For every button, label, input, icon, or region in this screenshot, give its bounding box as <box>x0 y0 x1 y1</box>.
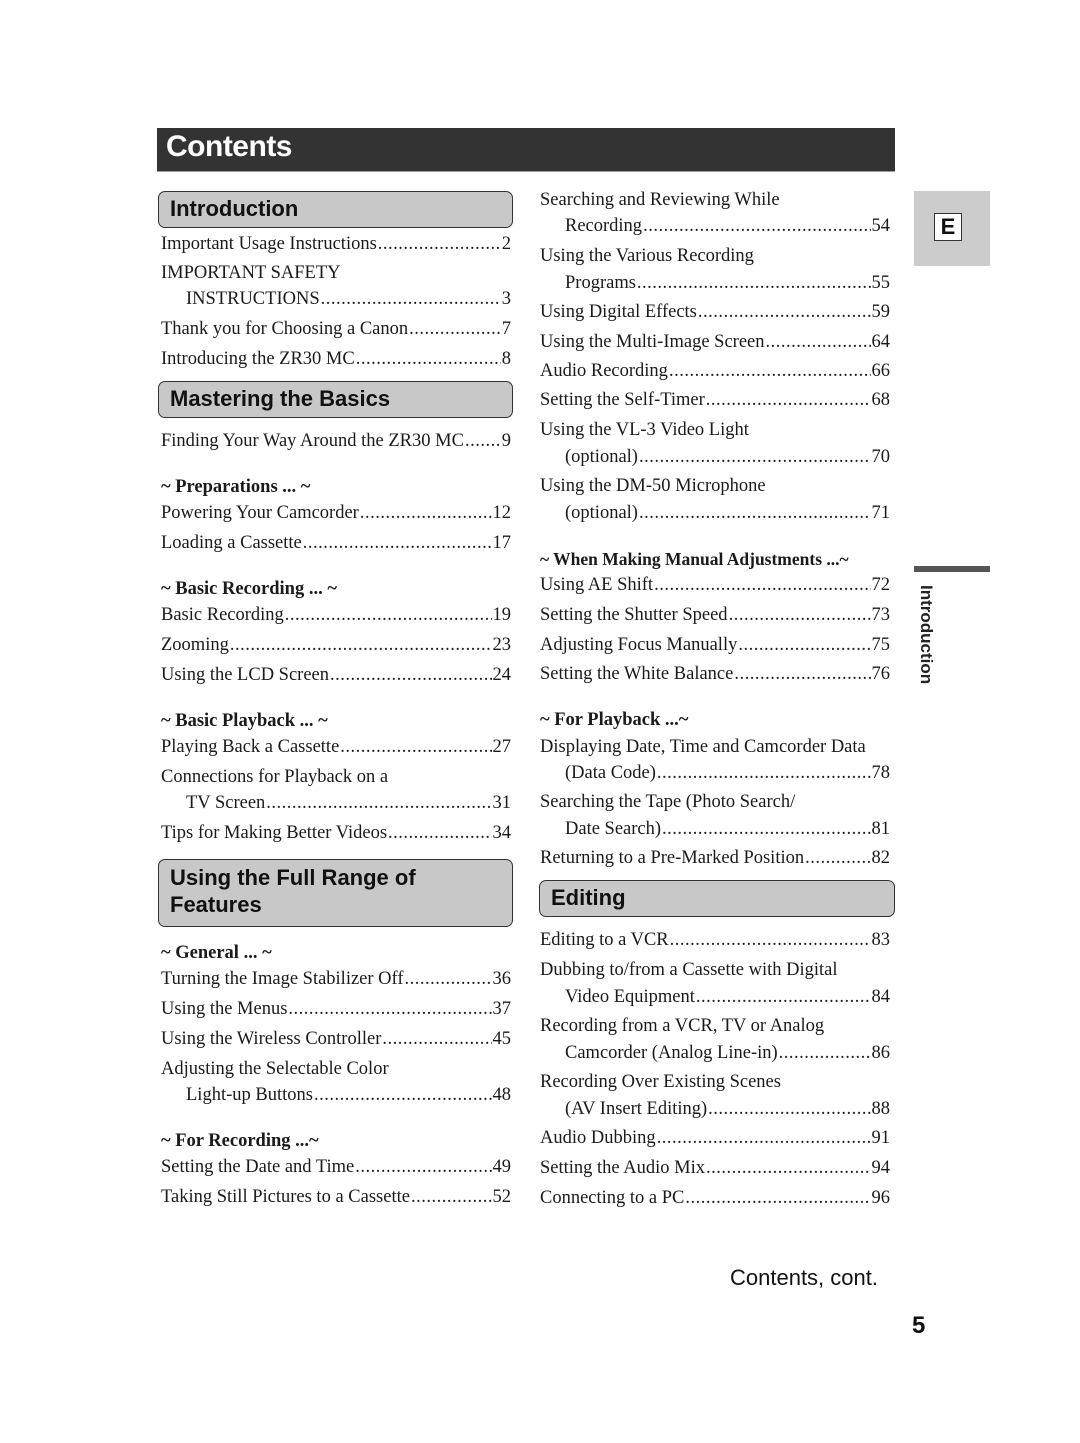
toc-entry-line1[interactable]: Searching the Tape (Photo Search/ <box>540 791 795 813</box>
contents-continued-label: Contents, cont. <box>730 1265 878 1290</box>
toc-entry[interactable]: Setting the Date and Time49 <box>161 1156 511 1178</box>
language-tab-label: E <box>934 213 962 241</box>
toc-entry[interactable]: Taking Still Pictures to a Cassette52 <box>161 1186 511 1208</box>
toc-entry[interactable]: Audio Dubbing91 <box>540 1127 890 1149</box>
contents-title-bar: Contents <box>157 128 895 172</box>
toc-entry[interactable]: Using the LCD Screen24 <box>161 664 511 686</box>
toc-entry[interactable]: (optional)70 <box>565 446 890 468</box>
toc-entry-line1[interactable]: Connections for Playback on a <box>161 766 388 788</box>
toc-entry[interactable]: Using the Multi-Image Screen64 <box>540 331 890 353</box>
toc-entry[interactable]: Important Usage Instructions2 <box>161 233 511 255</box>
toc-entry[interactable]: Setting the Shutter Speed73 <box>540 604 890 626</box>
page-title: Contents <box>166 130 293 163</box>
toc-entry[interactable]: Setting the Audio Mix94 <box>540 1157 890 1179</box>
toc-entry[interactable]: Recording54 <box>565 215 890 237</box>
toc-entry[interactable]: Adjusting Focus Manually75 <box>540 634 890 656</box>
toc-entry[interactable]: Thank you for Choosing a Canon7 <box>161 318 511 340</box>
toc-entry[interactable]: INSTRUCTIONS3 <box>186 288 511 310</box>
subsection-label: ~ When Making Manual Adjustments ...~ <box>540 549 849 569</box>
subsection-label: ~ For Playback ...~ <box>540 710 689 730</box>
toc-entry[interactable]: Date Search)81 <box>565 818 890 840</box>
toc-entry[interactable]: Programs55 <box>565 272 890 294</box>
toc-entry[interactable]: Turning the Image Stabilizer Off36 <box>161 968 511 990</box>
toc-entry[interactable]: Using Digital Effects59 <box>540 301 890 323</box>
toc-entry[interactable]: (AV Insert Editing)88 <box>565 1098 890 1120</box>
toc-entry[interactable]: Using the Wireless Controller45 <box>161 1028 511 1050</box>
toc-entry[interactable]: Returning to a Pre-Marked Position82 <box>540 847 890 869</box>
toc-entry[interactable]: Camcorder (Analog Line-in)86 <box>565 1042 890 1064</box>
section-heading-mastering-basics: Mastering the Basics <box>158 381 513 418</box>
toc-entry-line1[interactable]: Recording Over Existing Scenes <box>540 1071 781 1093</box>
subsection-label: ~ General ... ~ <box>161 943 272 963</box>
toc-entry[interactable]: Playing Back a Cassette27 <box>161 736 511 758</box>
toc-entry-line1[interactable]: Displaying Date, Time and Camcorder Data <box>540 736 866 758</box>
section-indicator-bar <box>914 566 990 572</box>
toc-entry-line1[interactable]: Using the VL-3 Video Light <box>540 419 749 441</box>
toc-entry[interactable]: Setting the White Balance76 <box>540 663 890 685</box>
toc-entry[interactable]: Zooming23 <box>161 634 511 656</box>
toc-entry[interactable]: Using the Menus37 <box>161 998 511 1020</box>
toc-entry[interactable]: (Data Code)78 <box>565 762 890 784</box>
toc-entry-line1[interactable]: Dubbing to/from a Cassette with Digital <box>540 959 838 981</box>
subsection-label: ~ For Recording ...~ <box>161 1131 319 1151</box>
toc-entry[interactable]: Connecting to a PC96 <box>540 1187 890 1209</box>
subsection-label: ~ Preparations ... ~ <box>161 477 311 497</box>
toc-entry[interactable]: Video Equipment84 <box>565 986 890 1008</box>
toc-entry[interactable]: Audio Recording66 <box>540 360 890 382</box>
page-number: 5 <box>912 1312 926 1339</box>
toc-entry[interactable]: Powering Your Camcorder12 <box>161 502 511 524</box>
toc-entry[interactable]: Setting the Self-Timer68 <box>540 389 890 411</box>
subsection-label: ~ Basic Recording ... ~ <box>161 579 337 599</box>
toc-entry[interactable]: TV Screen31 <box>186 792 511 814</box>
toc-entry-line1[interactable]: Adjusting the Selectable Color <box>161 1058 389 1080</box>
toc-entry[interactable]: Introducing the ZR30 MC8 <box>161 348 511 370</box>
toc-entry[interactable]: Editing to a VCR83 <box>540 929 890 951</box>
toc-entry[interactable]: (optional)71 <box>565 502 890 524</box>
section-heading-introduction: Introduction <box>158 191 513 228</box>
toc-entry-line1[interactable]: Using the DM-50 Microphone <box>540 475 766 497</box>
subsection-label: ~ Basic Playback ... ~ <box>161 711 328 731</box>
toc-entry[interactable]: Tips for Making Better Videos34 <box>161 822 511 844</box>
toc-entry[interactable]: Using AE Shift72 <box>540 574 890 596</box>
toc-entry-line1[interactable]: IMPORTANT SAFETY <box>161 262 341 284</box>
section-heading-full-range-features: Using the Full Range of Features <box>158 859 513 927</box>
section-side-label: Introduction <box>917 585 936 685</box>
toc-entry[interactable]: Finding Your Way Around the ZR30 MC9 <box>161 430 511 452</box>
section-heading-editing: Editing <box>539 880 895 917</box>
toc-entry-line1[interactable]: Using the Various Recording <box>540 245 754 267</box>
toc-entry[interactable]: Basic Recording19 <box>161 604 511 626</box>
toc-entry[interactable]: Light-up Buttons48 <box>186 1084 511 1106</box>
toc-entry[interactable]: Loading a Cassette17 <box>161 532 511 554</box>
toc-entry-line1[interactable]: Recording from a VCR, TV or Analog <box>540 1015 824 1037</box>
toc-entry-line1[interactable]: Searching and Reviewing While <box>540 189 780 211</box>
